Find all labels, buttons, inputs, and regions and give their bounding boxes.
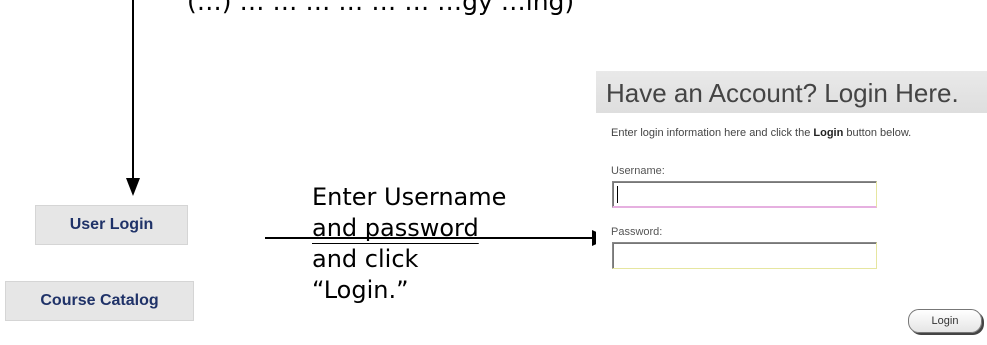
top-caption-text: (…) … … … … … … …gy …ing) — [187, 0, 575, 16]
text-caret — [617, 186, 618, 203]
login-panel: Have an Account? Login Here. Enter login… — [596, 71, 987, 345]
login-panel-title: Have an Account? Login Here. — [606, 78, 959, 108]
password-label: Password: — [611, 226, 663, 238]
login-panel-header: Have an Account? Login Here. — [596, 71, 987, 113]
login-instructions-text-end: button below. — [843, 127, 912, 139]
arrow-head — [126, 178, 140, 196]
login-button[interactable]: Login — [908, 309, 982, 333]
instruction-line-3: and click — [312, 245, 419, 273]
username-label: Username: — [611, 165, 665, 177]
username-field[interactable] — [612, 181, 877, 208]
arrow-right-icon — [265, 230, 610, 246]
password-field[interactable] — [612, 242, 877, 269]
arrow-shaft — [132, 0, 134, 182]
user-login-button[interactable]: User Login — [35, 205, 188, 245]
course-catalog-button[interactable]: Course Catalog — [5, 281, 194, 321]
arrow-shaft — [265, 237, 593, 239]
login-instructions: Enter login information here and click t… — [611, 127, 983, 140]
instruction-line-1: Enter Username — [312, 183, 507, 211]
instruction-line-4: “Login.” — [312, 276, 409, 304]
login-instructions-bold: Login — [813, 127, 844, 139]
login-instructions-text: Enter login information here and click t… — [611, 127, 814, 139]
